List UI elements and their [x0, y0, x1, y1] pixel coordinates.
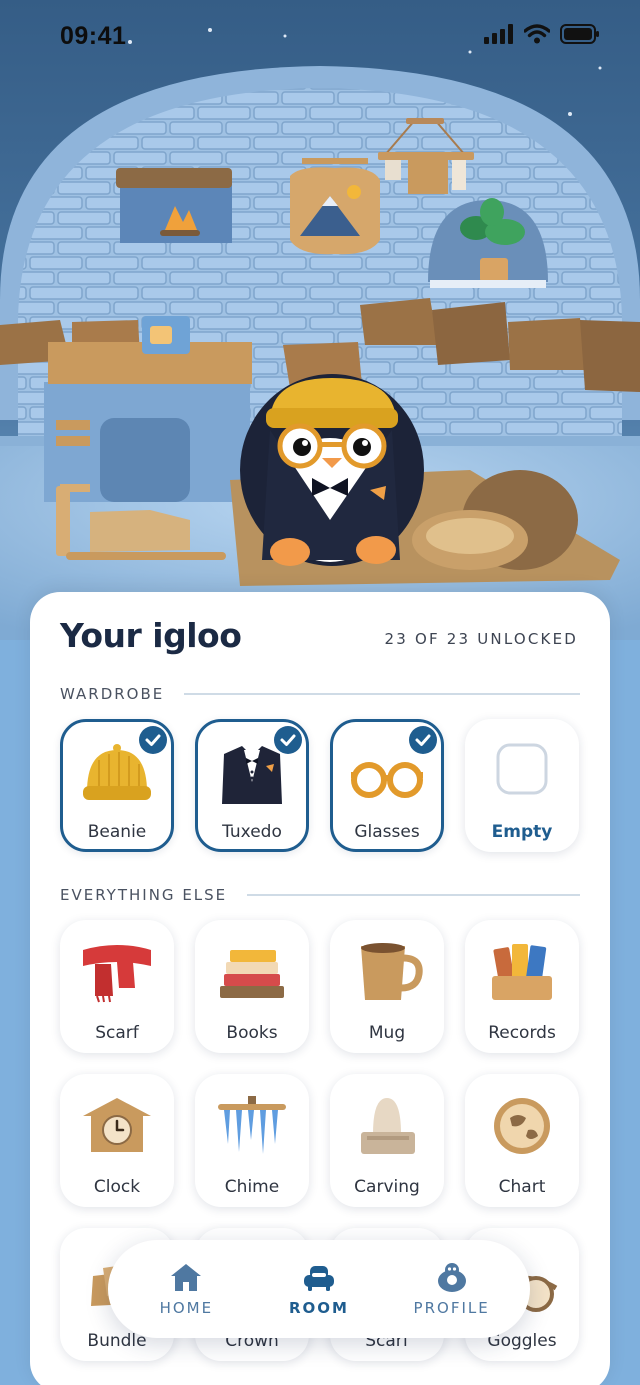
item-label: Records — [488, 1023, 556, 1043]
everything-else-section-header: EVERYTHING ELSE — [60, 886, 580, 904]
battery-icon — [560, 24, 599, 44]
check-icon — [409, 726, 437, 754]
check-icon — [139, 726, 167, 754]
item-label: Mug — [368, 1023, 406, 1043]
penguin-character — [240, 374, 424, 566]
nav-label: PROFILE — [413, 1299, 490, 1317]
item-mug[interactable]: Mug — [330, 920, 444, 1053]
divider — [247, 894, 580, 896]
signal-icon — [484, 24, 513, 44]
wardrobe-item-glasses[interactable]: Glasses — [330, 719, 444, 852]
status-time: 09:41 — [60, 22, 127, 50]
check-icon — [274, 726, 302, 754]
wardrobe-item-label: Tuxedo — [222, 822, 282, 842]
wardrobe-item-empty[interactable]: Empty — [465, 719, 579, 852]
item-label: Clock — [93, 1177, 141, 1197]
ice-bench — [44, 316, 252, 502]
item-label: Carving — [354, 1177, 420, 1197]
carving-icon — [361, 1098, 415, 1154]
item-chart[interactable]: Chart — [465, 1074, 579, 1207]
item-clock[interactable]: Clock — [60, 1074, 174, 1207]
unlock-count: 23 OF 23 UNLOCKED — [384, 630, 578, 648]
everything-else-heading: EVERYTHING ELSE — [60, 886, 228, 904]
item-scarf[interactable]: Scarf — [60, 920, 174, 1053]
wardrobe-grid: Beanie Tuxedo Glasses Empty — [60, 719, 580, 852]
wardrobe-item-tuxedo[interactable]: Tuxedo — [195, 719, 309, 852]
item-chime[interactable]: Chime — [195, 1074, 309, 1207]
item-records[interactable]: Records — [465, 920, 579, 1053]
fireplace-decor — [116, 168, 232, 243]
bottom-nav: HOME ROOM PROFILE — [108, 1240, 530, 1338]
item-label: Chime — [224, 1177, 280, 1197]
wardrobe-item-beanie[interactable]: Beanie — [60, 719, 174, 852]
room-icon — [303, 1266, 334, 1291]
wardrobe-item-label: Beanie — [87, 822, 147, 842]
nav-room[interactable]: ROOM — [259, 1261, 379, 1317]
page-title: Your igloo — [60, 616, 242, 655]
wifi-icon — [524, 24, 550, 44]
item-label: Scarf — [95, 1023, 139, 1043]
mountain-plaque — [290, 158, 380, 255]
wardrobe-section-header: WARDROBE — [60, 685, 580, 703]
chart-icon — [494, 1098, 550, 1154]
chime-icon — [218, 1096, 286, 1154]
nav-profile[interactable]: PROFILE — [392, 1261, 512, 1317]
item-label: Chart — [498, 1177, 546, 1197]
home-icon — [171, 1264, 202, 1291]
divider — [184, 693, 580, 695]
igloo-illustration — [0, 28, 640, 640]
wardrobe-item-label: Glasses — [354, 822, 420, 842]
wardrobe-item-label: Empty — [491, 822, 553, 842]
mug-icon — [361, 943, 423, 1000]
books-icon — [220, 950, 284, 998]
item-carving[interactable]: Carving — [330, 1074, 444, 1207]
igloo-scene — [0, 0, 640, 640]
empty-slot-icon — [496, 743, 548, 795]
nav-label: HOME — [159, 1299, 214, 1317]
item-label: Books — [226, 1023, 278, 1043]
status-bar: 09:41 — [0, 0, 640, 72]
profile-icon — [437, 1263, 466, 1292]
clock-icon — [83, 1098, 151, 1152]
item-books[interactable]: Books — [195, 920, 309, 1053]
records-icon — [492, 944, 552, 1000]
scarf-icon — [83, 945, 151, 1003]
wardrobe-heading: WARDROBE — [60, 685, 165, 703]
status-icons — [484, 24, 600, 44]
nav-label: ROOM — [288, 1299, 349, 1317]
nav-home[interactable]: HOME — [126, 1261, 246, 1317]
